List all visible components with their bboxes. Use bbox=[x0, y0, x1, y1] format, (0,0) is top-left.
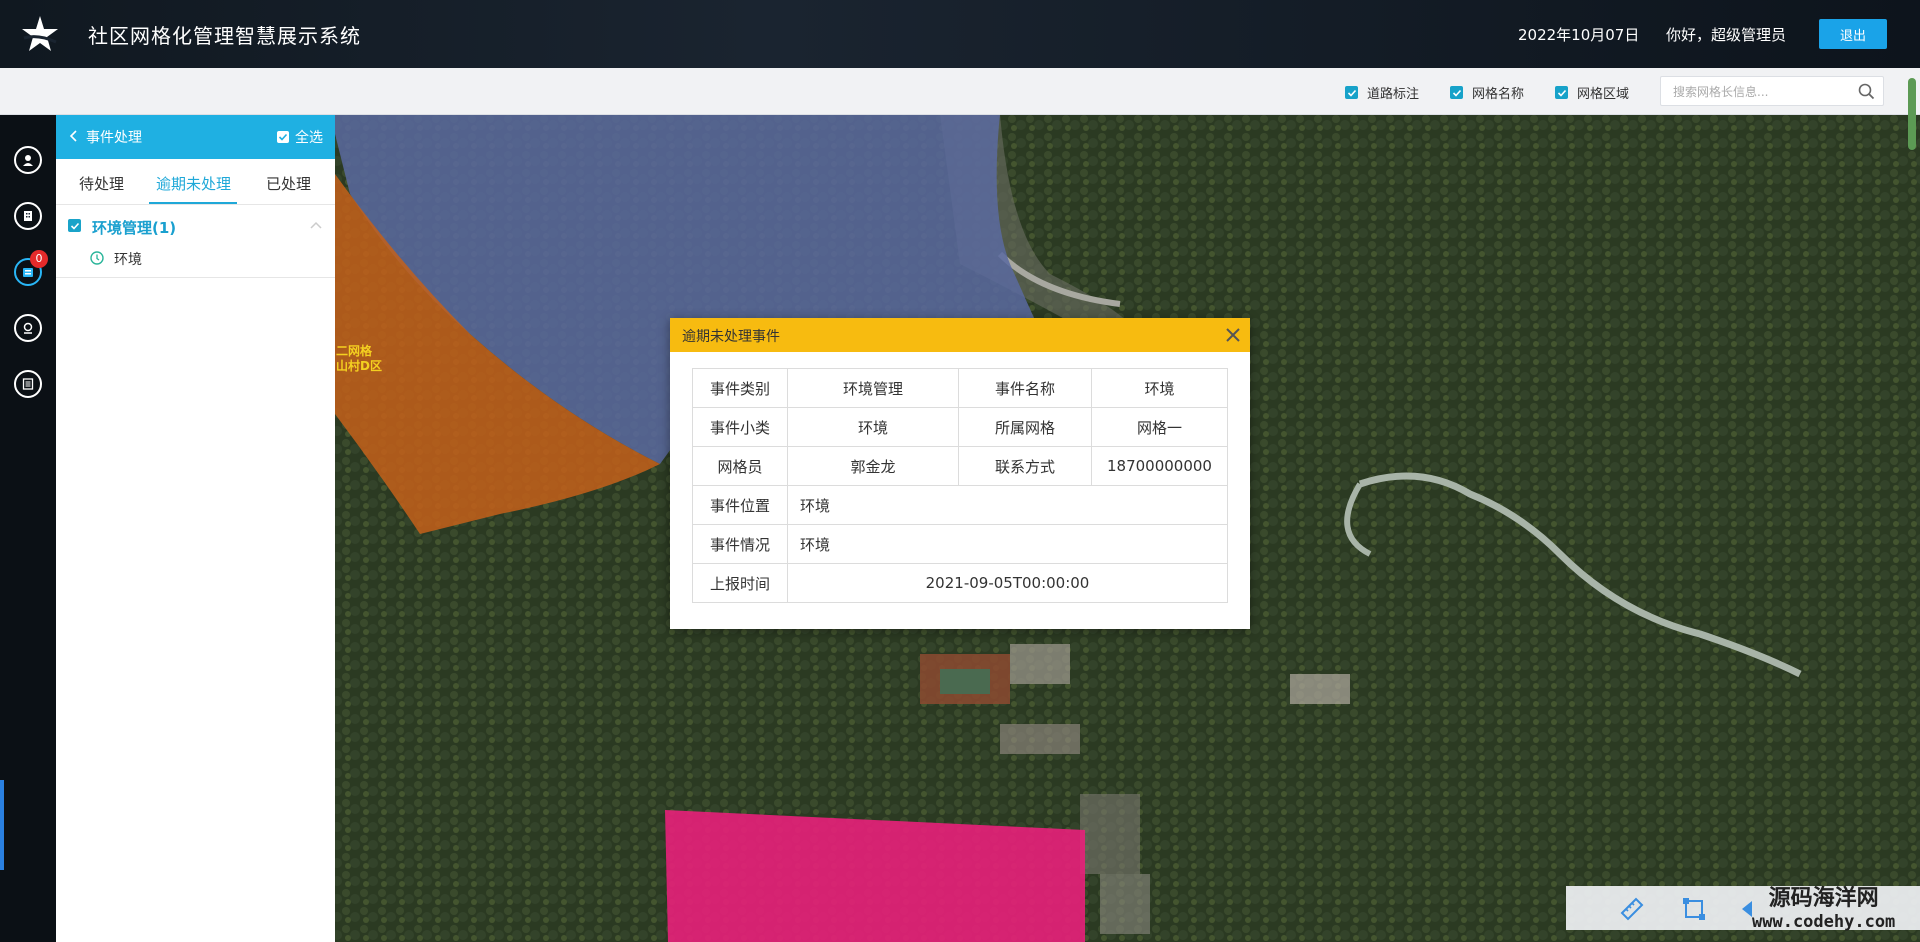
select-all-toggle[interactable]: 全选 bbox=[277, 127, 323, 147]
map-grid-label: 二网格 山村D区 bbox=[336, 344, 382, 374]
cell-label: 网格员 bbox=[692, 446, 788, 486]
search-input[interactable] bbox=[1661, 77, 1865, 107]
star-logo-icon bbox=[22, 16, 58, 51]
tab-processed[interactable]: 已处理 bbox=[266, 173, 311, 194]
checkbox-checked-icon[interactable] bbox=[1450, 86, 1463, 99]
cell-value: 环境 bbox=[787, 524, 1228, 564]
cell-value: 2021-09-05T00:00:00 bbox=[787, 563, 1228, 603]
checkbox-checked-icon[interactable] bbox=[1555, 86, 1568, 99]
panel-header: 事件处理 全选 bbox=[56, 114, 335, 159]
grid-area-toggle[interactable]: 网格区域 bbox=[1555, 83, 1629, 102]
map-toolbar: 道路标注 网格名称 网格区域 bbox=[0, 68, 1920, 115]
list-item-label: 环境 bbox=[114, 252, 142, 268]
table-row: 事件小类 环境 所属网格 网格一 bbox=[692, 407, 1228, 447]
top-header: 社区网格化管理智慧展示系统 2022年10月07日 你好，超级管理员 退出 bbox=[0, 0, 1920, 68]
checkbox-checked-icon[interactable] bbox=[1345, 86, 1358, 99]
event-count-badge: 0 bbox=[30, 250, 48, 268]
header-greeting: 你好，超级管理员 bbox=[1666, 26, 1787, 44]
polygon-icon[interactable] bbox=[1680, 895, 1708, 923]
location-icon[interactable] bbox=[14, 314, 42, 342]
cell-value: 环境 bbox=[1091, 368, 1228, 408]
cell-label: 所属网格 bbox=[958, 407, 1092, 447]
cell-value: 网格一 bbox=[1091, 407, 1228, 447]
list-icon[interactable] bbox=[14, 370, 42, 398]
user-icon[interactable] bbox=[14, 146, 42, 174]
table-row: 事件情况 环境 bbox=[692, 524, 1228, 564]
active-tab-underline bbox=[149, 202, 237, 204]
dialog-title: 逾期未处理事件 bbox=[682, 329, 780, 345]
cell-label: 事件类别 bbox=[692, 368, 788, 408]
table-row: 事件位置 环境 bbox=[692, 485, 1228, 525]
table-row: 网格员 郭金龙 联系方式 18700000000 bbox=[692, 446, 1228, 486]
search-box bbox=[1660, 76, 1884, 107]
event-group[interactable]: 环境管理(1) bbox=[56, 205, 335, 239]
cell-label: 事件小类 bbox=[692, 407, 788, 447]
checkbox-checked-icon[interactable] bbox=[68, 219, 81, 232]
event-status-icon bbox=[90, 251, 104, 265]
overdue-event-dialog: 逾期未处理事件 事件类别 环境管理 事件名称 环境 事件小类 环境 所属网格 网… bbox=[670, 318, 1250, 629]
road-label-toggle-text: 道路标注 bbox=[1367, 87, 1420, 102]
checkbox-checked-icon[interactable] bbox=[277, 131, 289, 143]
road-label-toggle[interactable]: 道路标注 bbox=[1345, 83, 1419, 102]
grid-area-toggle-text: 网格区域 bbox=[1577, 87, 1630, 102]
search-icon[interactable] bbox=[1858, 83, 1875, 100]
back-arrow-icon[interactable] bbox=[68, 129, 78, 143]
tab-overdue[interactable]: 逾期未处理 bbox=[156, 173, 231, 194]
map-label-line: 二网格 bbox=[336, 344, 373, 358]
cell-label: 联系方式 bbox=[958, 446, 1092, 486]
watermark-line-1: 源码海洋网 bbox=[1768, 886, 1879, 911]
table-row: 上报时间 2021-09-05T00:00:00 bbox=[692, 563, 1228, 603]
cell-value: 环境管理 bbox=[787, 368, 959, 408]
chevron-up-icon[interactable] bbox=[309, 221, 323, 230]
ruler-icon[interactable] bbox=[1618, 895, 1646, 923]
panel-title: 事件处理 bbox=[86, 130, 142, 146]
cell-label: 事件名称 bbox=[958, 368, 1092, 408]
table-row: 事件类别 环境管理 事件名称 环境 bbox=[692, 368, 1228, 408]
event-group-label: 环境管理(1) bbox=[92, 219, 177, 237]
list-item[interactable]: 环境 bbox=[56, 239, 335, 278]
map-label-line: 山村D区 bbox=[336, 359, 382, 373]
panel-tabs: 待处理 逾期未处理 已处理 bbox=[56, 159, 335, 205]
rail-accent-bar bbox=[0, 780, 4, 870]
cell-label: 上报时间 bbox=[692, 563, 788, 603]
cell-label: 事件情况 bbox=[692, 524, 788, 564]
watermark: 源码海洋网 www.codehy.com bbox=[1752, 886, 1895, 932]
header-date: 2022年10月07日 bbox=[1518, 26, 1640, 44]
grid-name-toggle-text: 网格名称 bbox=[1472, 87, 1525, 102]
scrollbar-thumb[interactable] bbox=[1908, 78, 1916, 150]
cell-value: 环境 bbox=[787, 485, 1228, 525]
watermark-line-2: www.codehy.com bbox=[1752, 912, 1896, 932]
building-icon[interactable] bbox=[14, 202, 42, 230]
logout-button[interactable]: 退出 bbox=[1819, 19, 1887, 49]
cell-label: 事件位置 bbox=[692, 485, 788, 525]
grid-name-toggle[interactable]: 网格名称 bbox=[1450, 83, 1524, 102]
event-detail-table: 事件类别 环境管理 事件名称 环境 事件小类 环境 所属网格 网格一 网格员 郭… bbox=[692, 368, 1228, 603]
event-panel: 事件处理 全选 待处理 逾期未处理 已处理 环境管理(1) 环境 bbox=[56, 114, 335, 942]
cell-value: 郭金龙 bbox=[787, 446, 959, 486]
cell-value: 环境 bbox=[787, 407, 959, 447]
close-icon[interactable] bbox=[1224, 326, 1242, 344]
app-title: 社区网格化管理智慧展示系统 bbox=[88, 24, 361, 48]
dialog-header: 逾期未处理事件 bbox=[670, 318, 1250, 352]
select-all-label: 全选 bbox=[295, 130, 323, 146]
left-icon-rail bbox=[0, 114, 56, 942]
tab-pending[interactable]: 待处理 bbox=[79, 173, 124, 194]
cell-value: 18700000000 bbox=[1091, 446, 1228, 486]
